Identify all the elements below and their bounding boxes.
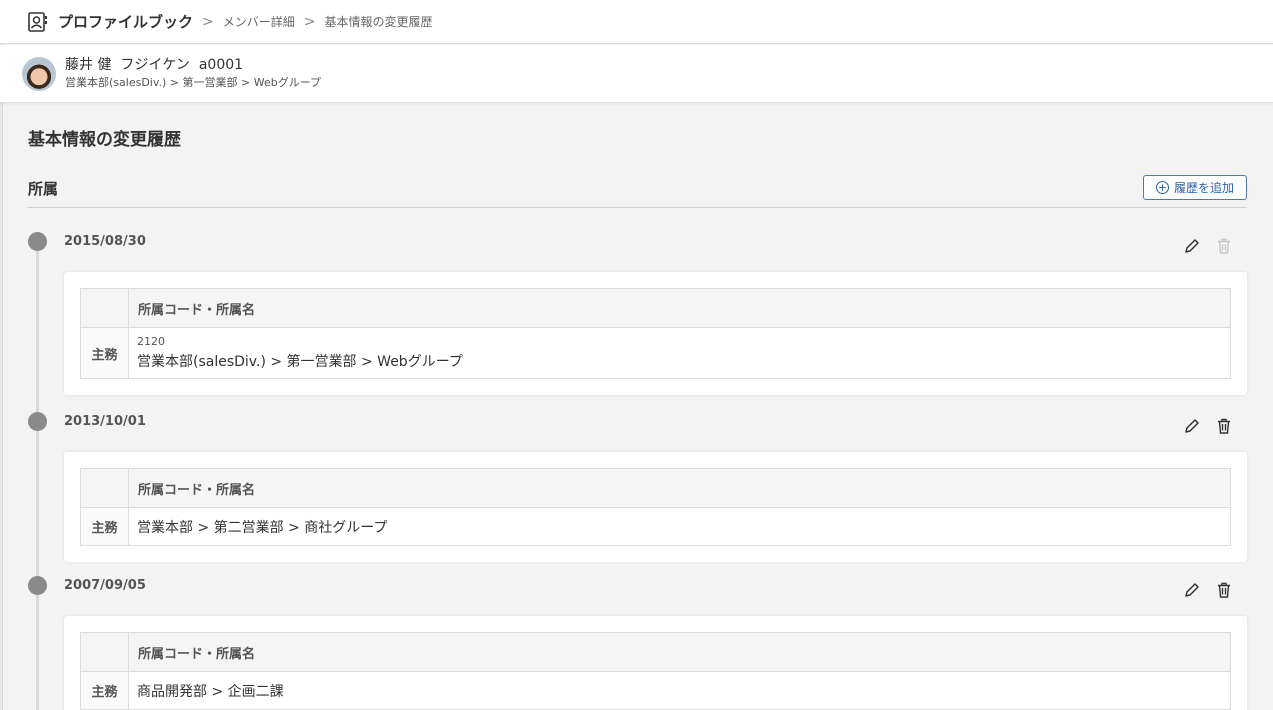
timeline-dot — [28, 232, 47, 251]
timeline-dot — [28, 412, 47, 431]
app-name-link[interactable]: プロファイルブック — [58, 11, 193, 32]
affiliation-table: 所属コード・所属名 主務 商品開発部 > 企画二課 — [80, 632, 1231, 710]
entry-date: 2015/08/30 — [64, 234, 146, 249]
entry-date: 2007/09/05 — [64, 578, 146, 593]
table-row: 主務 商品開発部 > 企画二課 — [80, 671, 1231, 710]
table-row: 主務 2120 営業本部(salesDiv.) > 第一営業部 > Webグルー… — [80, 327, 1231, 379]
edit-icon[interactable] — [1183, 581, 1201, 599]
table-corner — [80, 288, 129, 328]
history-card: 所属コード・所属名 主務 2120 営業本部(salesDiv.) > 第一営業… — [64, 272, 1247, 395]
member-name: 藤井 健 フジイケン a0001 — [65, 57, 244, 73]
row-label: 主務 — [80, 327, 129, 379]
row-label: 主務 — [80, 507, 129, 546]
affiliation-name: 営業本部(salesDiv.) > 第一営業部 > Webグループ — [137, 354, 463, 370]
breadcrumb-current: 基本情報の変更履歴 — [324, 15, 433, 29]
edit-icon[interactable] — [1183, 417, 1201, 435]
avatar — [22, 56, 56, 91]
column-header: 所属コード・所属名 — [128, 632, 1231, 672]
entry-date: 2013/10/01 — [64, 414, 146, 429]
delete-icon[interactable] — [1215, 417, 1233, 435]
row-label: 主務 — [80, 671, 129, 710]
affiliation-name: 商品開発部 > 企画二課 — [128, 671, 1231, 710]
add-history-button[interactable]: + 履歴を追加 — [1143, 175, 1247, 200]
member-summary: 藤井 健 フジイケン a0001 営業本部(salesDiv.) > 第一営業部… — [0, 45, 1273, 103]
top-bar: プロファイルブック > メンバー詳細 > 基本情報の変更履歴 — [0, 0, 1273, 44]
delete-icon[interactable] — [1215, 581, 1233, 599]
page-title: 基本情報の変更履歴 — [28, 130, 181, 150]
section-title: 所属 — [28, 180, 59, 198]
table-corner — [80, 468, 129, 508]
timeline-line — [36, 243, 39, 710]
delete-icon — [1215, 237, 1233, 255]
timeline-dot — [28, 576, 47, 595]
affiliation-code: 2120 — [137, 335, 165, 348]
affiliation-table: 所属コード・所属名 主務 2120 営業本部(salesDiv.) > 第一営業… — [80, 288, 1231, 379]
history-card: 所属コード・所属名 主務 営業本部 > 第二営業部 > 商社グループ — [64, 452, 1247, 562]
table-corner — [80, 632, 129, 672]
column-header: 所属コード・所属名 — [128, 468, 1231, 508]
affiliation-name: 営業本部 > 第二営業部 > 商社グループ — [128, 507, 1231, 546]
history-card: 所属コード・所属名 主務 商品開発部 > 企画二課 — [64, 616, 1247, 710]
column-header: 所属コード・所属名 — [128, 288, 1231, 328]
section-divider — [28, 207, 1247, 208]
breadcrumb-separator: > — [202, 13, 214, 30]
add-history-label: 履歴を追加 — [1173, 181, 1234, 195]
plus-circle-icon: + — [1155, 181, 1169, 194]
breadcrumb-member-detail[interactable]: メンバー詳細 — [223, 13, 295, 30]
table-row: 主務 営業本部 > 第二営業部 > 商社グループ — [80, 507, 1231, 546]
affiliation-table: 所属コード・所属名 主務 営業本部 > 第二営業部 > 商社グループ — [80, 468, 1231, 546]
window-edge — [0, 0, 3, 710]
profile-book-icon[interactable] — [28, 11, 50, 33]
member-department: 営業本部(salesDiv.) > 第一営業部 > Webグループ — [65, 76, 322, 89]
affiliation-cell: 2120 営業本部(salesDiv.) > 第一営業部 > Webグループ — [128, 327, 1231, 379]
breadcrumb-separator: > — [303, 13, 316, 30]
edit-icon[interactable] — [1183, 237, 1201, 255]
